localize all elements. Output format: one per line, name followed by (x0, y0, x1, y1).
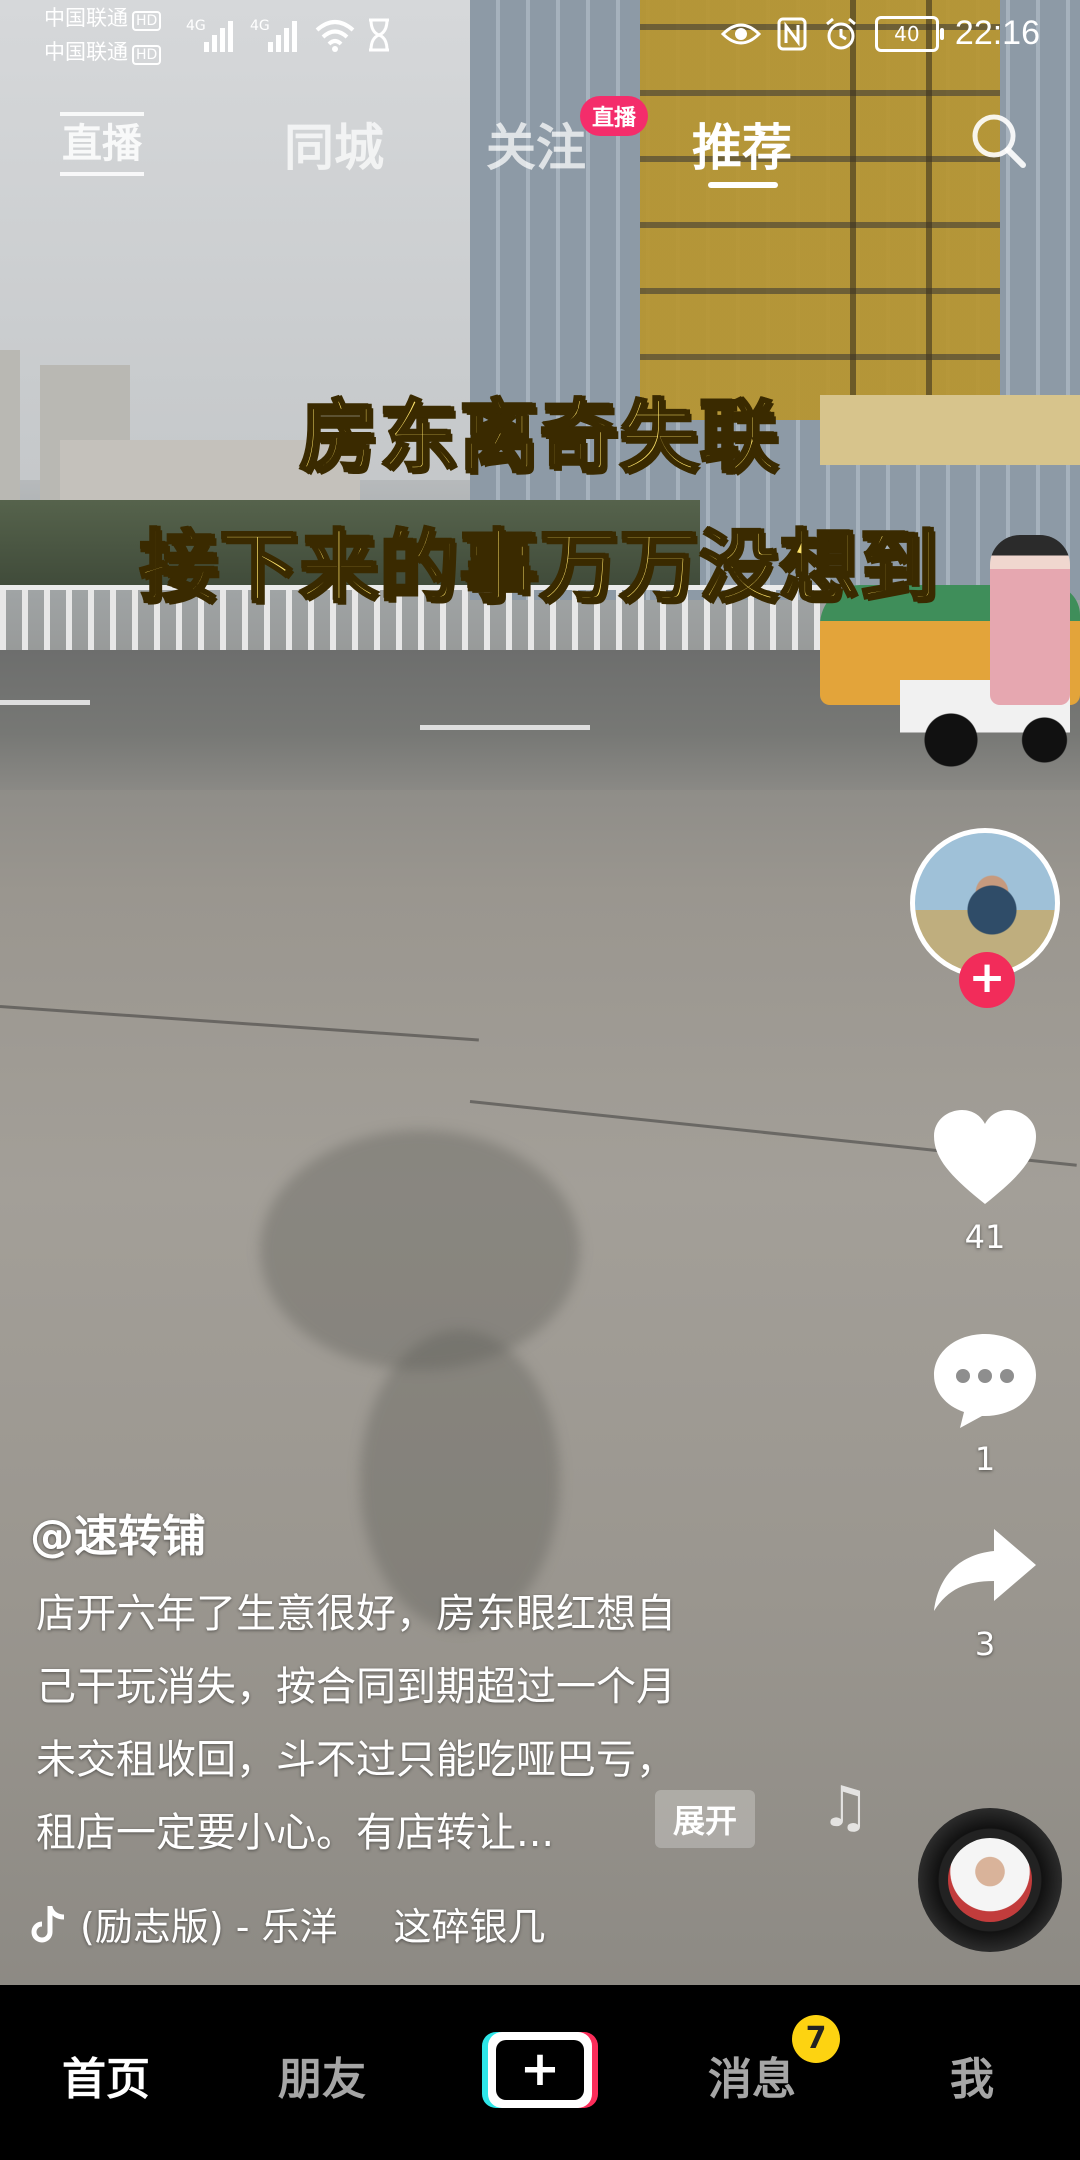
battery-icon: 40 (874, 15, 944, 52)
heart-icon[interactable] (930, 1108, 1040, 1208)
network-type-1: 4G (186, 18, 206, 34)
carrier-1: 中国联通 HD (44, 6, 162, 31)
signal-icon (268, 18, 304, 52)
tab-following[interactable]: 关注 (486, 108, 586, 180)
description-line: 未交租收回，斗不过只能吃哑巴亏， (36, 1737, 676, 1783)
message-badge: 7 (792, 2015, 840, 2063)
pavement-patch (260, 1130, 580, 1370)
search-icon[interactable] (968, 110, 1028, 170)
music-extra: 这碎银几 (393, 1905, 546, 1949)
hourglass-icon (369, 18, 389, 52)
tab-messages[interactable]: 消息 (708, 2043, 796, 2107)
hd-badge: HD (132, 45, 162, 65)
carrier-1-label: 中国联通 (44, 6, 128, 30)
share-count: 3 (974, 1625, 996, 1663)
comment-count: 1 (974, 1440, 996, 1478)
description-line: 己干玩消失，按合同到期超过一个月 (36, 1664, 676, 1710)
video-caption-line-2: 接下来的事万万没想到 (138, 522, 940, 615)
signal-icon (204, 18, 240, 52)
music-disc[interactable] (918, 1808, 1062, 1952)
road-marking (420, 725, 590, 730)
tiktok-music-icon (31, 1905, 65, 1942)
music-title: (励志版) - 乐洋 (80, 1905, 338, 1949)
comment-icon[interactable] (930, 1330, 1040, 1430)
like-count: 41 (964, 1218, 1006, 1256)
music-cover (948, 1838, 1032, 1922)
tab-me[interactable]: 我 (950, 2043, 994, 2107)
tab-recommended[interactable]: 推荐 (692, 108, 792, 180)
nfc-icon (777, 17, 807, 50)
top-nav: 直播 同城 关注 直播 推荐 (0, 96, 1080, 200)
comment-action[interactable]: 1 (925, 1330, 1045, 1478)
road-marking (0, 700, 90, 705)
pavement-crack (0, 1005, 479, 1042)
alarm-icon (825, 17, 856, 49)
create-button[interactable]: + (482, 2032, 598, 2108)
battery-level: 40 (894, 21, 920, 46)
description-line: 店开六年了生意很好，房东眼红想自 (36, 1591, 676, 1637)
music-info[interactable]: (励志版) - 乐洋 这碎银几 (30, 1896, 546, 1951)
carrier-2: 中国联通 HD (44, 40, 162, 65)
bottom-tab-bar: 首页 朋友 + 消息 7 我 (0, 1985, 1080, 2160)
carrier-2-label: 中国联通 (44, 40, 128, 64)
clock: 22:16 (954, 14, 1040, 52)
network-type-2: 4G (250, 18, 270, 34)
tab-home[interactable]: 首页 (62, 2043, 150, 2107)
eye-icon (720, 23, 761, 44)
wifi-icon (315, 20, 355, 52)
share-action[interactable]: 3 (925, 1525, 1045, 1663)
status-icons: 40 22:16 (720, 14, 1040, 53)
plus-icon: + (496, 2040, 584, 2100)
expand-button[interactable]: 展开 (655, 1790, 756, 1848)
active-tab-indicator (708, 182, 778, 188)
status-bar: 中国联通 HD 中国联通 HD 4G 4G 40 22:16 (0, 0, 1080, 70)
like-action[interactable]: 41 (925, 1108, 1045, 1256)
tab-friends[interactable]: 朋友 (278, 2043, 366, 2107)
live-badge: 直播 (580, 96, 649, 136)
tab-local[interactable]: 同城 (284, 108, 384, 180)
music-note-icon: ♫ (820, 1775, 871, 1840)
share-icon[interactable] (930, 1525, 1040, 1615)
author-username[interactable]: @速转铺 (30, 1500, 206, 1564)
video-caption-line-1: 房东离奇失联 (298, 392, 780, 485)
hd-badge: HD (132, 11, 162, 31)
live-entry-button[interactable]: 直播 (60, 112, 144, 176)
follow-button[interactable]: + (959, 952, 1015, 1008)
